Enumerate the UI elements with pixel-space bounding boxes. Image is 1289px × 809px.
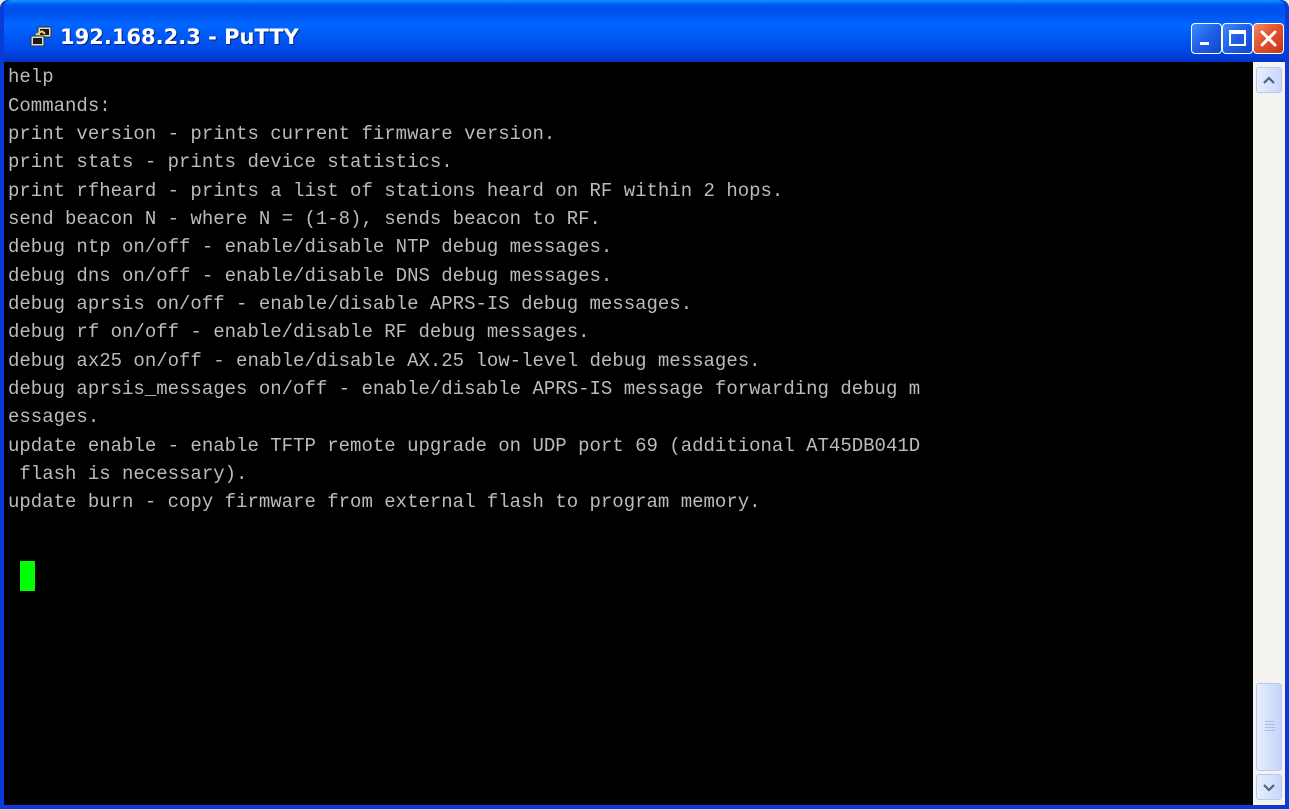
terminal-line: print stats - prints device statistics. — [8, 151, 453, 173]
terminal-line: debug ax25 on/off - enable/disable AX.25… — [8, 350, 761, 372]
terminal-line: flash is necessary). — [8, 463, 248, 485]
thumb-grip — [1265, 727, 1275, 728]
scroll-down-button[interactable] — [1256, 774, 1282, 800]
terminal-line: update enable - enable TFTP remote upgra… — [8, 435, 921, 457]
maximize-icon — [1229, 30, 1246, 46]
minimize-button[interactable] — [1191, 23, 1222, 54]
thumb-grip — [1265, 730, 1275, 731]
scroll-up-arrow-icon — [1263, 76, 1275, 84]
close-button[interactable] — [1253, 23, 1284, 54]
close-icon — [1260, 30, 1277, 47]
terminal-line: print version - prints current firmware … — [8, 123, 556, 145]
terminal-line: help — [8, 66, 54, 88]
terminal-line: debug aprsis on/off - enable/disable APR… — [8, 293, 693, 315]
terminal-line: debug rf on/off - enable/disable RF debu… — [8, 321, 590, 343]
terminal-line: debug ntp on/off - enable/disable NTP de… — [8, 236, 613, 258]
scroll-down-arrow-icon — [1263, 784, 1275, 792]
terminal-line: print rfheard - prints a list of station… — [8, 180, 784, 202]
terminal-cursor — [20, 561, 35, 591]
thumb-grip — [1265, 721, 1275, 722]
putty-window: 192.168.2.3 - PuTTY help Commands: print… — [0, 0, 1289, 809]
thumb-grip — [1265, 724, 1275, 725]
terminal-line: essages. — [8, 406, 100, 428]
scroll-up-button[interactable] — [1256, 67, 1282, 93]
terminal-area[interactable]: help Commands: print version - prints cu… — [4, 62, 1253, 805]
scrollbar-thumb[interactable] — [1256, 683, 1282, 771]
putty-terminal-icon — [30, 26, 52, 47]
terminal-line: Commands: — [8, 95, 111, 117]
terminal-line: debug aprsis_messages on/off - enable/di… — [8, 378, 921, 400]
window-title: 192.168.2.3 - PuTTY — [60, 25, 299, 49]
window-bottom-border — [4, 805, 1285, 809]
vertical-scrollbar[interactable] — [1253, 62, 1285, 805]
terminal-line: send beacon N - where N = (1-8), sends b… — [8, 208, 601, 230]
terminal-line: update burn - copy firmware from externa… — [8, 491, 761, 513]
maximize-button[interactable] — [1222, 23, 1253, 54]
minimize-icon — [1200, 42, 1209, 45]
terminal-line: debug dns on/off - enable/disable DNS de… — [8, 265, 613, 287]
title-bar[interactable]: 192.168.2.3 - PuTTY — [4, 0, 1285, 62]
